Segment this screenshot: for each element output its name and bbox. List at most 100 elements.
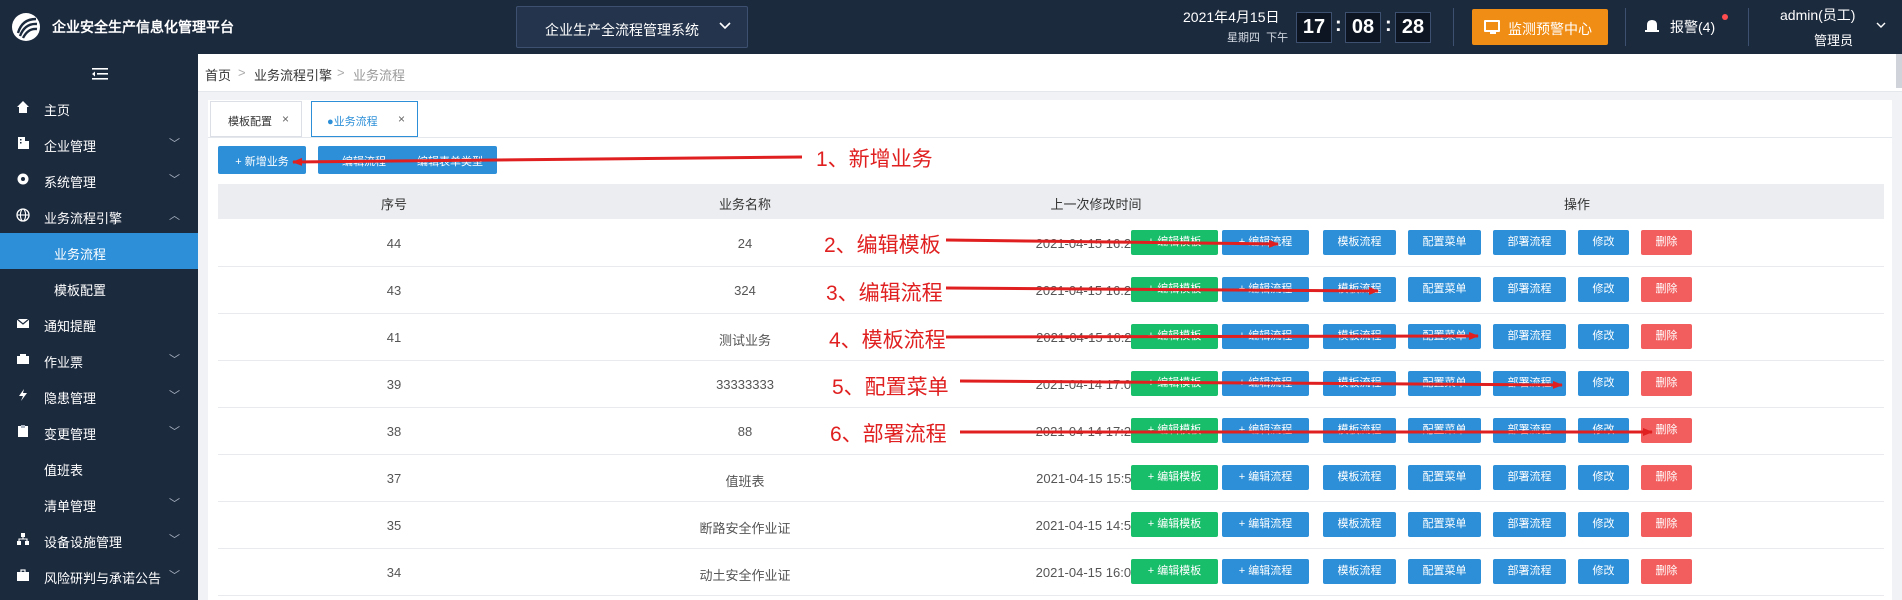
edit-flow-button[interactable]: + 编辑流程	[1222, 277, 1309, 302]
modify-button[interactable]: 修改	[1578, 324, 1629, 349]
sidebar-item-hazard[interactable]: 隐患管理 ﹀	[0, 377, 198, 413]
config-menu-button[interactable]: 配置菜单	[1408, 465, 1481, 490]
edit-template-button[interactable]: + 编辑模板	[1131, 418, 1218, 443]
edit-template-button[interactable]: + 编辑模板	[1131, 465, 1218, 490]
sidebar-item-change[interactable]: 变更管理 ﹀	[0, 413, 198, 449]
template-flow-button[interactable]: 模板流程	[1323, 465, 1396, 490]
add-business-button[interactable]: + 新增业务	[218, 146, 306, 174]
modify-button[interactable]: 修改	[1578, 277, 1629, 302]
bell-icon[interactable]	[1644, 18, 1660, 34]
deploy-flow-button[interactable]: 部署流程	[1493, 465, 1566, 490]
cell-id: 38	[386, 424, 402, 439]
config-menu-button[interactable]: 配置菜单	[1408, 371, 1481, 396]
edit-template-button[interactable]: + 编辑模板	[1131, 559, 1218, 584]
table-header: 序号 业务名称 上一次修改时间 操作	[218, 184, 1884, 219]
template-flow-button[interactable]: 模板流程	[1323, 277, 1396, 302]
delete-button[interactable]: 删除	[1641, 418, 1692, 443]
template-flow-button[interactable]: 模板流程	[1323, 418, 1396, 443]
deploy-flow-button[interactable]: 部署流程	[1493, 371, 1566, 396]
modify-button[interactable]: 修改	[1578, 465, 1629, 490]
edit-flow-button[interactable]: + 编辑流程	[1222, 418, 1309, 443]
config-menu-button[interactable]: 配置菜单	[1408, 324, 1481, 349]
sidebar-item-enterprise[interactable]: 企业管理 ﹀	[0, 125, 198, 161]
deploy-flow-button[interactable]: 部署流程	[1493, 418, 1566, 443]
sidebar-item-checklist[interactable]: 清单管理 ﹀	[0, 485, 198, 521]
weekday-text: 星期四 下午	[1227, 32, 1289, 44]
edit-flow-button[interactable]: + 编辑流程	[1222, 324, 1309, 349]
modify-button[interactable]: 修改	[1578, 371, 1629, 396]
edit-flow-button[interactable]: + 编辑流程	[1222, 465, 1309, 490]
delete-button[interactable]: 删除	[1641, 559, 1692, 584]
clock-separator: :	[1335, 14, 1342, 36]
config-menu-button[interactable]: 配置菜单	[1408, 418, 1481, 443]
table-row: 38 88 2021-04-14 17:20:05 + 编辑模板 + 编辑流程 模板流程配…	[218, 408, 1884, 455]
edit-template-button[interactable]: + 编辑模板	[1131, 371, 1218, 396]
delete-button[interactable]: 删除	[1641, 371, 1692, 396]
edit-flow-button[interactable]: + 编辑流程	[1222, 559, 1309, 584]
sidebar-item-system[interactable]: 系统管理 ﹀	[0, 161, 198, 197]
config-menu-button[interactable]: 配置菜单	[1408, 277, 1481, 302]
config-menu-button[interactable]: 配置菜单	[1408, 512, 1481, 537]
deploy-flow-button[interactable]: 部署流程	[1493, 230, 1566, 255]
deploy-flow-button[interactable]: 部署流程	[1493, 512, 1566, 537]
chevron-down-icon[interactable]	[1876, 18, 1886, 34]
edit-flow-button[interactable]: + 编辑流程	[1222, 512, 1309, 537]
mail-icon	[16, 316, 30, 330]
modify-button[interactable]: 修改	[1578, 512, 1629, 537]
template-flow-button[interactable]: 模板流程	[1323, 371, 1396, 396]
deploy-flow-button[interactable]: 部署流程	[1493, 324, 1566, 349]
annotation-label: 1、新增业务	[816, 148, 933, 171]
deploy-flow-button[interactable]: 部署流程	[1493, 277, 1566, 302]
delete-button[interactable]: 删除	[1641, 324, 1692, 349]
sidebar-item-notifications[interactable]: 通知提醒	[0, 305, 198, 341]
modify-button[interactable]: 修改	[1578, 559, 1629, 584]
alarm-link[interactable]: 报警(4)	[1670, 17, 1715, 37]
sidebar-item-duty-roster[interactable]: 值班表	[0, 449, 198, 485]
delete-button[interactable]: 删除	[1641, 512, 1692, 537]
edit-flow-toolbar-button[interactable]: 编辑流程	[318, 146, 410, 174]
delete-button[interactable]: 删除	[1641, 230, 1692, 255]
sidebar-item-risk-announce[interactable]: 风险研判与承诺公告 ﹀	[0, 557, 198, 593]
sidebar: 主页 企业管理 ﹀ 系统管理 ﹀ 业务流程引擎 ︿ 业务流程 模板配置 通知提醒…	[0, 54, 198, 600]
cell-id: 39	[386, 377, 402, 392]
template-flow-button[interactable]: 模板流程	[1323, 230, 1396, 255]
edit-template-button[interactable]: + 编辑模板	[1131, 230, 1218, 255]
breadcrumb-home[interactable]: 首页	[205, 65, 231, 84]
template-flow-button[interactable]: 模板流程	[1323, 512, 1396, 537]
edit-form-type-button[interactable]: 编辑表单类型	[403, 146, 497, 174]
close-icon[interactable]: ×	[282, 112, 289, 126]
monitor-icon	[1484, 20, 1500, 34]
breadcrumb-level1[interactable]: 业务流程引擎	[254, 65, 332, 84]
tab-business-flow[interactable]: ●业务流程 ×	[311, 101, 418, 137]
edit-flow-button[interactable]: + 编辑流程	[1222, 371, 1309, 396]
edit-template-button[interactable]: + 编辑模板	[1131, 512, 1218, 537]
edit-template-button[interactable]: + 编辑模板	[1131, 277, 1218, 302]
template-flow-button[interactable]: 模板流程	[1323, 324, 1396, 349]
delete-button[interactable]: 删除	[1641, 277, 1692, 302]
deploy-flow-button[interactable]: 部署流程	[1493, 559, 1566, 584]
edit-template-button[interactable]: + 编辑模板	[1131, 324, 1218, 349]
config-menu-button[interactable]: 配置菜单	[1408, 559, 1481, 584]
delete-button[interactable]: 删除	[1641, 465, 1692, 490]
building-icon	[16, 136, 30, 150]
modify-button[interactable]: 修改	[1578, 418, 1629, 443]
clock-seconds: 28	[1395, 12, 1431, 43]
sidebar-item-workflow-engine[interactable]: 业务流程引擎 ︿	[0, 197, 198, 233]
sidebar-item-equipment[interactable]: 设备设施管理 ﹀	[0, 521, 198, 557]
close-icon[interactable]: ×	[398, 112, 405, 126]
sidebar-item-template-config[interactable]: 模板配置	[0, 269, 198, 305]
scrollbar[interactable]	[1896, 54, 1902, 88]
sidebar-item-work-ticket[interactable]: 作业票 ﹀	[0, 341, 198, 377]
clock-separator: :	[1385, 14, 1392, 36]
user-name[interactable]: admin(员工)	[1780, 5, 1855, 25]
edit-flow-button[interactable]: + 编辑流程	[1222, 230, 1309, 255]
tab-template-config[interactable]: 模板配置 ×	[210, 101, 302, 137]
template-flow-button[interactable]: 模板流程	[1323, 559, 1396, 584]
config-menu-button[interactable]: 配置菜单	[1408, 230, 1481, 255]
sidebar-item-home[interactable]: 主页	[0, 89, 198, 125]
sidebar-item-business-flow[interactable]: 业务流程	[0, 233, 198, 269]
monitor-center-button[interactable]: 监测预警中心	[1472, 9, 1608, 45]
menu-collapse-icon[interactable]	[92, 68, 108, 80]
system-select[interactable]: 企业生产全流程管理系统	[516, 6, 748, 48]
modify-button[interactable]: 修改	[1578, 230, 1629, 255]
